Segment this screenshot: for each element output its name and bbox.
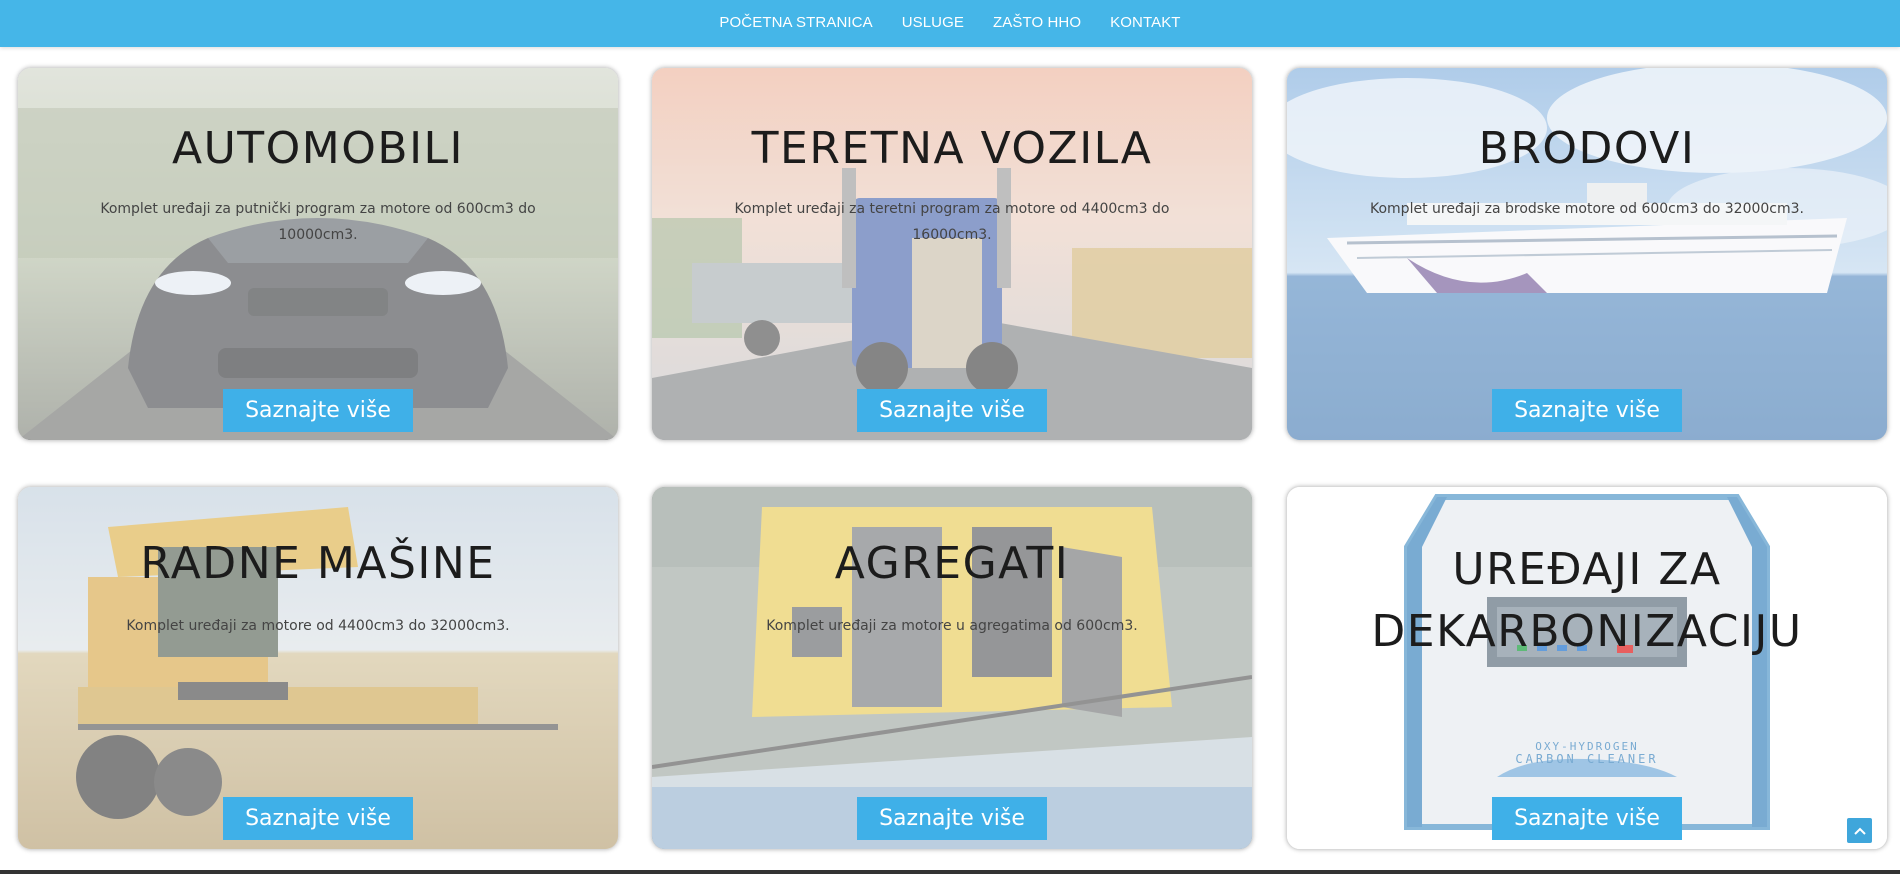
card-title: RADNE MAŠINE [140, 538, 496, 589]
learn-more-button[interactable]: Saznajte više [857, 389, 1047, 432]
nav-link-pocetna[interactable]: POČETNA STRANICA [719, 14, 872, 33]
card-description: Komplet uređaji za motore od 4400cm3 do … [126, 618, 510, 634]
card-description: Komplet uređaji za putnički program za m… [100, 201, 536, 243]
service-card-dekarbonizacija: OXY-HYDROGEN CARBON CLEANER UREĐAJI ZA D… [1286, 486, 1888, 850]
scroll-to-top-button[interactable] [1847, 818, 1872, 843]
learn-more-button[interactable]: Saznajte više [223, 389, 413, 432]
nav-link-zasto-hho[interactable]: ZAŠTO HHO [993, 14, 1081, 33]
top-navbar: POČETNA STRANICA USLUGE ZAŠTO HHO KONTAK… [0, 0, 1900, 47]
card-description: Komplet uređaji za motore u agregatima o… [766, 618, 1138, 634]
card-title: TERETNA VOZILA [751, 123, 1153, 174]
service-card-teretna-vozila: TERETNA VOZILA Komplet uređaji za teretn… [651, 67, 1253, 441]
card-title: AGREGATI [834, 538, 1070, 589]
card-description: Komplet uređaji za brodske motore od 600… [1370, 201, 1804, 217]
card-title: AUTOMOBILI [171, 123, 465, 174]
service-card-radne-masine: RADNE MAŠINE Komplet uređaji za motore o… [17, 486, 619, 850]
nav-link-usluge[interactable]: USLUGE [902, 14, 964, 33]
chevron-up-icon [1853, 827, 1866, 835]
card-description: Komplet uređaji za teretni program za mo… [734, 201, 1170, 243]
learn-more-button[interactable]: Saznajte više [223, 797, 413, 840]
service-card-brodovi: BRODOVI Komplet uređaji za brodske motor… [1286, 67, 1888, 441]
nav-link-kontakt[interactable]: KONTAKT [1110, 14, 1180, 33]
learn-more-button[interactable]: Saznajte više [1492, 389, 1682, 432]
service-card-agregati: AGREGATI Komplet uređaji za motore u agr… [651, 486, 1253, 850]
card-title: UREĐAJI ZA DEKARBONIZACIJU [1371, 544, 1803, 657]
learn-more-button[interactable]: Saznajte više [1492, 797, 1682, 840]
page-bottom-border [0, 870, 1900, 874]
card-title: BRODOVI [1478, 123, 1696, 174]
service-card-automobili: AUTOMOBILI Komplet uređaji za putnički p… [17, 67, 619, 441]
learn-more-button[interactable]: Saznajte više [857, 797, 1047, 840]
